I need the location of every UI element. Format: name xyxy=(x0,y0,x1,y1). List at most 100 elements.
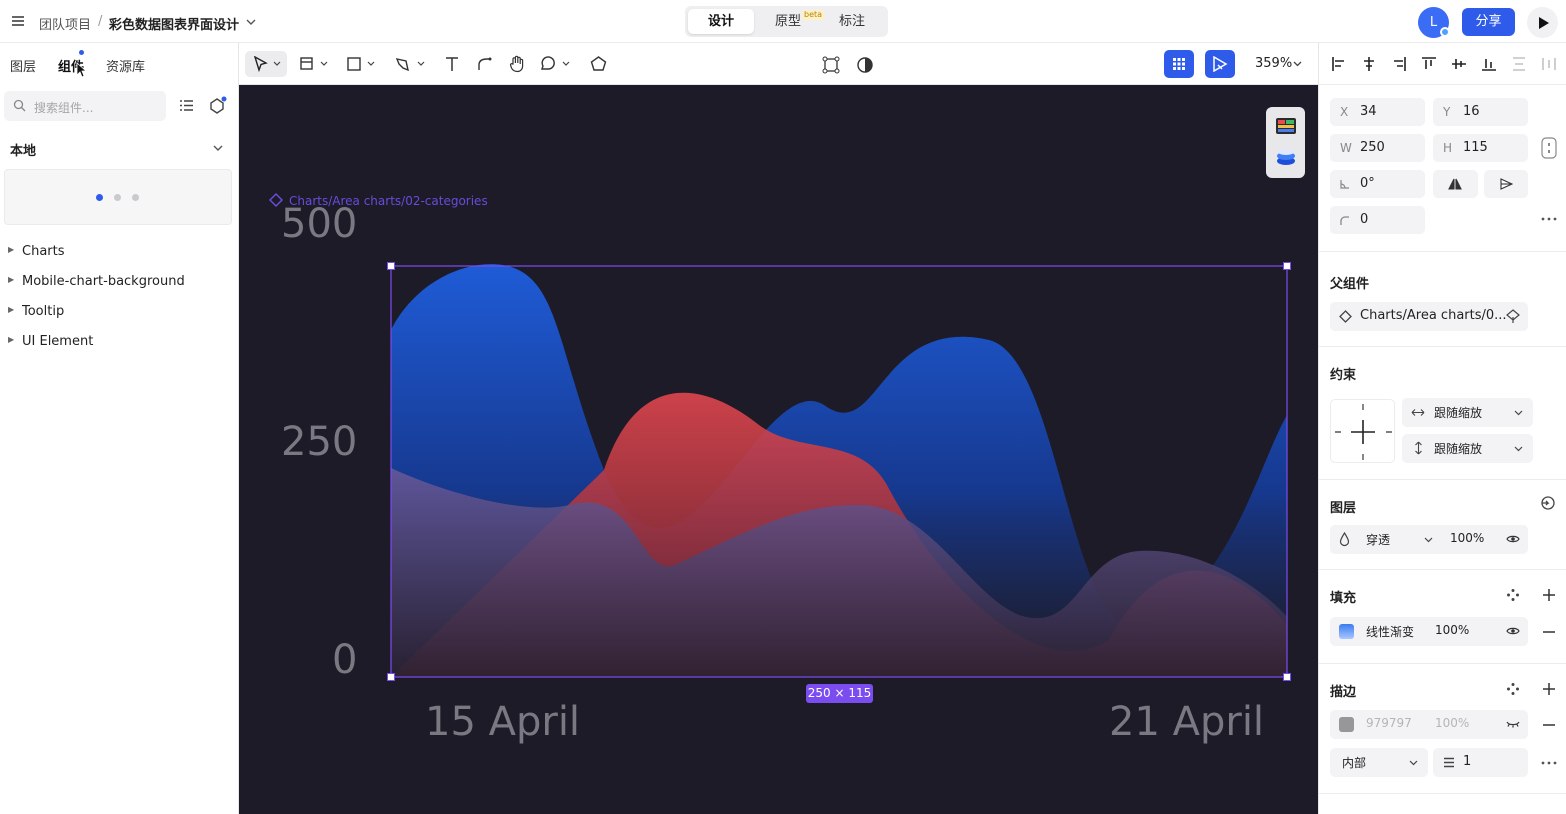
align-left-icon[interactable] xyxy=(1331,56,1347,72)
parent-component-title: 父组件 xyxy=(1330,277,1370,292)
constraint-vertical-select[interactable]: 跟随缩放 xyxy=(1402,434,1533,463)
grid-layout-button[interactable] xyxy=(1164,50,1194,78)
y-field[interactable]: Y 16 xyxy=(1433,98,1528,126)
eye-icon[interactable] xyxy=(1506,534,1520,544)
resize-handle[interactable] xyxy=(1283,262,1291,270)
share-button[interactable]: 分享 xyxy=(1462,8,1515,36)
tree-item-tooltip[interactable]: ▶ Tooltip xyxy=(0,301,238,323)
tab-layers[interactable]: 图层 xyxy=(10,56,36,75)
width-field[interactable]: W 250 xyxy=(1330,134,1425,162)
blend-mode-value[interactable]: 穿透 xyxy=(1366,531,1390,548)
x-tick-label: 21 April xyxy=(1109,699,1265,745)
parent-component-field[interactable]: Charts/Area charts/0... xyxy=(1330,302,1528,331)
constraint-cross-icon xyxy=(1335,404,1392,460)
style-grid-icon[interactable] xyxy=(1506,588,1520,602)
alignment-toolbar xyxy=(1319,43,1566,85)
remove-fill-icon[interactable] xyxy=(1542,630,1556,634)
chevron-down-icon[interactable] xyxy=(246,18,256,26)
fill-swatch[interactable] xyxy=(1339,624,1354,639)
chevron-down-icon[interactable] xyxy=(213,145,223,152)
horizontal-arrows-icon xyxy=(1411,409,1425,416)
layer-opacity-value[interactable]: 100% xyxy=(1450,531,1484,545)
tab-design[interactable]: 设计 xyxy=(688,9,754,34)
eye-icon[interactable] xyxy=(1506,626,1520,636)
layers-stack-icon[interactable] xyxy=(1275,147,1297,167)
stroke-opacity-value[interactable]: 100% xyxy=(1435,716,1469,730)
stroke-row[interactable]: 979797 100% xyxy=(1330,710,1528,739)
zoom-level[interactable]: 359% xyxy=(1255,56,1292,71)
palette-icon[interactable] xyxy=(1275,117,1297,135)
prototype-play-button[interactable] xyxy=(1205,50,1235,78)
flip-vertical-button[interactable] xyxy=(1484,170,1528,198)
align-center-horizontal-icon[interactable] xyxy=(1361,56,1377,72)
constraint-widget[interactable] xyxy=(1330,399,1395,463)
resize-handle[interactable] xyxy=(387,673,395,681)
tree-item-ui-element[interactable]: ▶ UI Element xyxy=(0,331,238,353)
beta-badge: beta xyxy=(802,10,825,20)
menu-icon[interactable] xyxy=(11,14,25,28)
caret-right-icon: ▶ xyxy=(8,245,15,254)
add-stroke-icon[interactable] xyxy=(1542,682,1556,696)
stroke-width-field[interactable]: 1 xyxy=(1433,748,1528,777)
component-button[interactable] xyxy=(819,51,843,77)
stroke-color-value[interactable]: 979797 xyxy=(1366,716,1412,730)
align-bottom-icon[interactable] xyxy=(1481,56,1497,72)
y-tick-label: 500 xyxy=(281,201,358,247)
plugin-tool-button[interactable] xyxy=(588,51,608,77)
distribute-horizontal-icon[interactable] xyxy=(1541,56,1557,72)
design-canvas[interactable]: Charts/Area charts/02-categories 500 250… xyxy=(239,85,1318,814)
breadcrumb-project[interactable]: 团队项目 xyxy=(39,14,91,33)
corner-radius-icon xyxy=(1340,216,1349,225)
constrain-proportions-icon[interactable] xyxy=(1539,137,1559,159)
remove-stroke-icon[interactable] xyxy=(1542,723,1556,727)
constraint-horizontal-select[interactable]: 跟随缩放 xyxy=(1402,398,1533,427)
rectangle-tool-button[interactable] xyxy=(346,51,378,77)
eye-closed-icon[interactable] xyxy=(1506,720,1520,728)
align-right-icon[interactable] xyxy=(1391,56,1407,72)
corner-radius-field[interactable]: 0 xyxy=(1330,206,1425,234)
mouse-cursor-icon xyxy=(76,62,88,78)
resize-handle[interactable] xyxy=(1283,673,1291,681)
fill-opacity-value[interactable]: 100% xyxy=(1435,623,1469,637)
connector-tool-button[interactable] xyxy=(475,51,495,77)
file-name[interactable]: 彩色数据图表界面设计 xyxy=(109,14,239,33)
chevron-down-icon[interactable] xyxy=(1293,61,1302,68)
tree-item-charts[interactable]: ▶ Charts xyxy=(0,241,238,263)
tab-annotate[interactable]: 标注 xyxy=(819,9,885,34)
pen-tool-button[interactable] xyxy=(394,51,428,77)
comment-tool-button[interactable] xyxy=(539,51,573,77)
go-to-main-component-icon[interactable] xyxy=(1506,309,1520,324)
distribute-vertical-icon[interactable] xyxy=(1511,56,1527,72)
x-field[interactable]: X 34 xyxy=(1330,98,1425,126)
h-value: 115 xyxy=(1463,140,1488,155)
list-view-icon[interactable] xyxy=(179,99,194,112)
more-icon[interactable] xyxy=(1541,761,1557,765)
align-top-icon[interactable] xyxy=(1421,56,1437,72)
frame-tool-button[interactable] xyxy=(299,51,331,77)
flip-horizontal-button[interactable] xyxy=(1433,170,1478,198)
component-library-icon[interactable] xyxy=(208,96,228,114)
layer-target-icon[interactable] xyxy=(1539,494,1557,512)
height-field[interactable]: H 115 xyxy=(1433,134,1528,162)
stroke-position-select[interactable]: 内部 xyxy=(1330,748,1428,777)
resize-handle[interactable] xyxy=(387,262,395,270)
add-fill-icon[interactable] xyxy=(1542,588,1556,602)
chevron-down-icon[interactable] xyxy=(1424,537,1433,543)
text-tool-button[interactable] xyxy=(442,51,462,77)
align-center-vertical-icon[interactable] xyxy=(1451,56,1467,72)
stroke-swatch[interactable] xyxy=(1339,717,1354,732)
tab-assets[interactable]: 资源库 xyxy=(106,56,145,75)
move-tool-button[interactable] xyxy=(245,51,287,77)
tree-item-mobile-chart-background[interactable]: ▶ Mobile-chart-background xyxy=(0,271,238,293)
layer-blend-field[interactable]: 穿透 100% xyxy=(1330,525,1528,554)
search-input[interactable]: 搜索组件... xyxy=(4,91,166,121)
divider xyxy=(1319,569,1566,570)
present-button[interactable] xyxy=(1527,7,1558,38)
more-icon[interactable] xyxy=(1541,217,1557,221)
style-grid-icon[interactable] xyxy=(1506,682,1520,696)
x-label: X xyxy=(1340,105,1349,119)
contrast-button[interactable] xyxy=(853,51,877,77)
rotation-field[interactable]: 0° xyxy=(1330,170,1425,198)
hand-tool-button[interactable] xyxy=(507,51,527,77)
fill-row[interactable]: 线性渐变 100% xyxy=(1330,617,1528,646)
